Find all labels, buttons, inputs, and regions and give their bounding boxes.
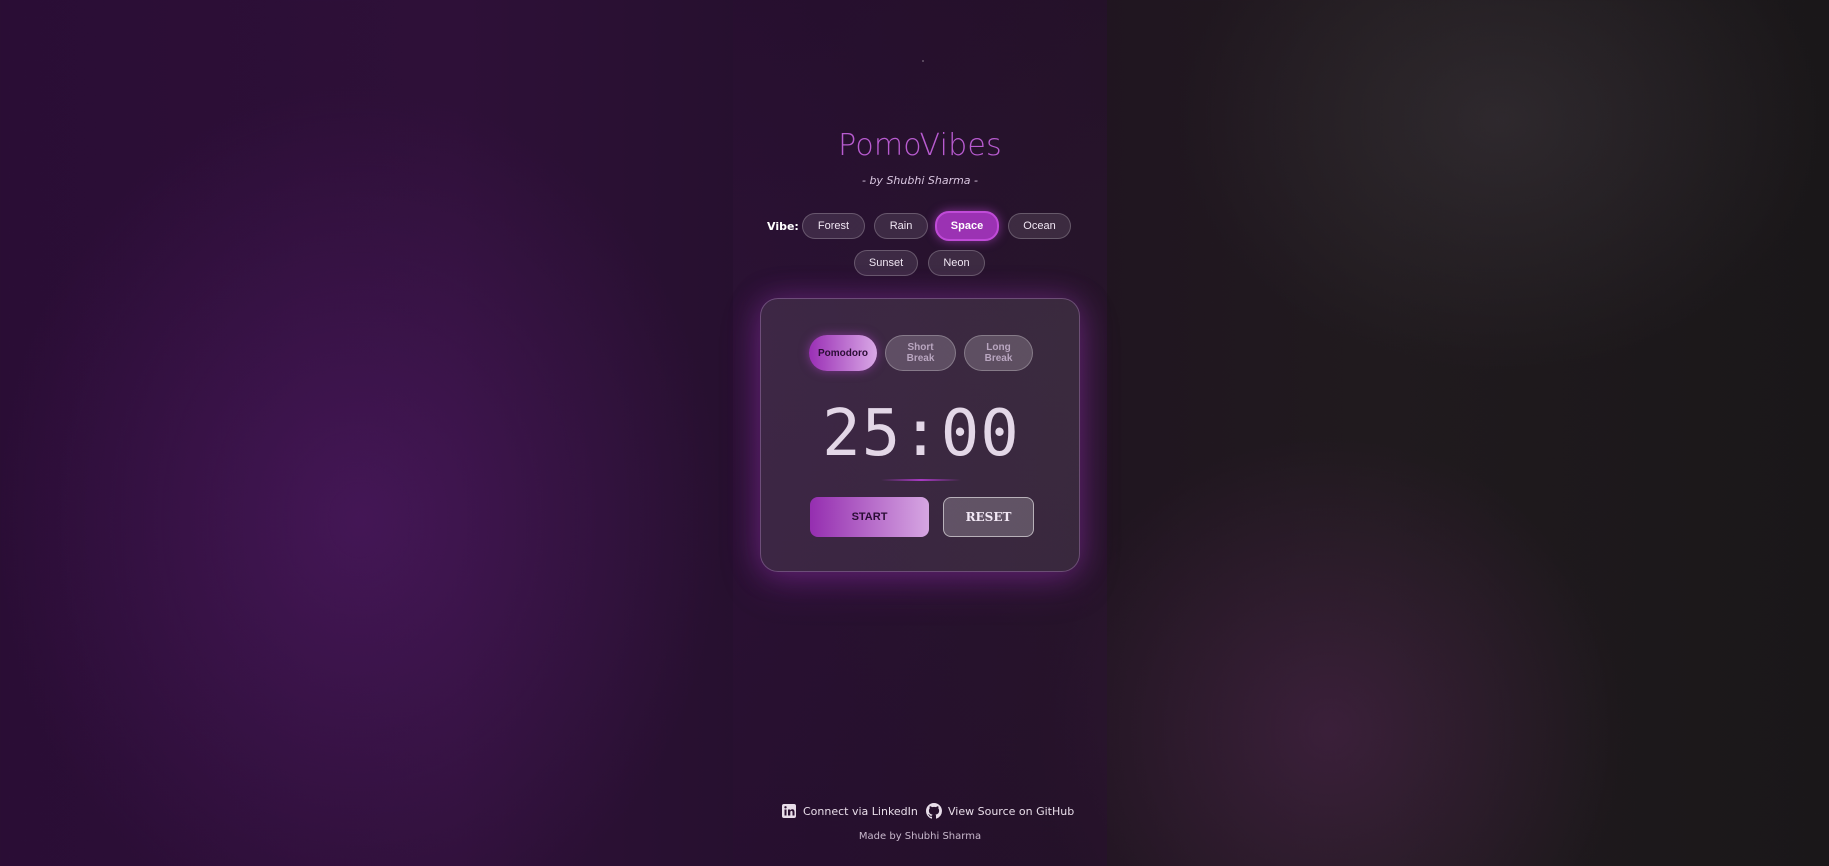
mode-tab-short-break[interactable]: Short Break	[885, 335, 956, 371]
reset-button[interactable]: RESET	[943, 497, 1034, 537]
mode-tab-pomodoro[interactable]: Pomodoro	[809, 335, 877, 371]
timer-card: Pomodoro Short Break Long Break 25:00 ST…	[760, 298, 1080, 572]
vibe-button-rain[interactable]: Rain	[874, 213, 928, 239]
mode-tab-long-break[interactable]: Long Break	[964, 335, 1033, 371]
decorative-dot	[922, 60, 924, 62]
page: PomoVibes - by Shubhi Sharma - Vibe: For…	[0, 0, 1829, 866]
linkedin-link[interactable]: Connect via LinkedIn	[781, 802, 918, 820]
linkedin-icon	[781, 803, 797, 819]
made-by-text: Made by Shubhi Sharma	[858, 831, 982, 842]
vibe-selector: Vibe: Forest Rain Space Ocean Sunset Neo…	[767, 211, 1079, 276]
linkedin-link-label: Connect via LinkedIn	[803, 804, 918, 818]
app-title: PomoVibes	[838, 128, 1002, 163]
timer-underline	[881, 479, 961, 481]
vibe-button-sunset[interactable]: Sunset	[854, 250, 918, 276]
app-subtitle: - by Shubhi Sharma -	[861, 174, 979, 187]
start-button[interactable]: START	[810, 497, 929, 537]
github-link-label: View Source on GitHub	[948, 804, 1075, 818]
github-icon	[926, 803, 942, 819]
vibe-label: Vibe:	[767, 220, 799, 233]
github-link[interactable]: View Source on GitHub	[926, 802, 1074, 820]
vibe-button-space[interactable]: Space	[935, 211, 999, 241]
timer-display: 25:00	[822, 397, 1020, 471]
vibe-button-ocean[interactable]: Ocean	[1008, 213, 1071, 239]
vibe-button-neon[interactable]: Neon	[928, 250, 985, 276]
vibe-button-forest[interactable]: Forest	[802, 213, 865, 239]
